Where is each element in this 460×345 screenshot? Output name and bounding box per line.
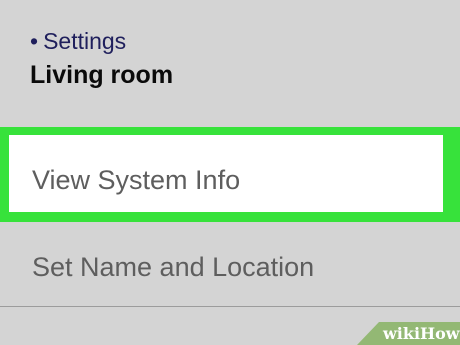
breadcrumb-settings-link[interactable]: Settings [43,28,126,54]
wikihow-watermark: wikiHow [357,322,460,345]
watermark-how: How [420,324,460,343]
watermark-wiki: wiki [383,324,421,343]
menu-item-label-view-system-info[interactable]: View System Info [32,163,240,197]
menu-item-set-name-and-location[interactable]: Set Name and Location [32,250,314,284]
breadcrumb[interactable]: • Settings [30,27,126,55]
divider [0,306,460,307]
watermark-text: wikiHow [383,324,460,344]
page-title: Living room [30,61,174,89]
breadcrumb-bullet: • [30,28,39,54]
